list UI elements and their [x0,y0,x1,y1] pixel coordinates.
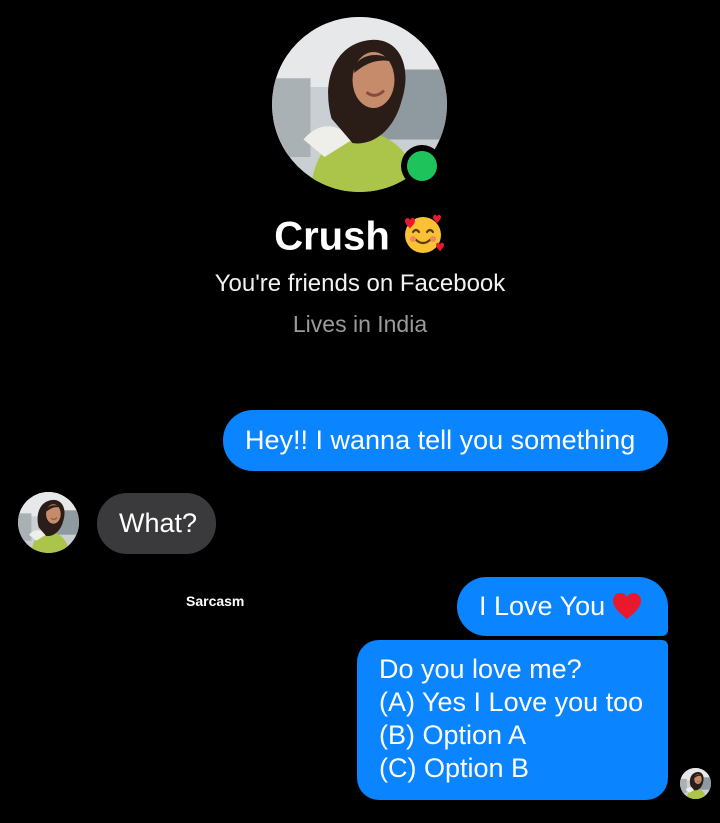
watermark: Sarcasm [186,593,245,609]
message-text: I Love You [479,591,606,621]
incoming-message-bubble[interactable]: What? [97,493,216,554]
message-text: What? [119,508,198,538]
message-text: Hey!! I wanna tell you something [245,425,636,455]
profile-name[interactable]: Crush [274,215,390,259]
outgoing-message-bubble[interactable]: Hey!! I wanna tell you something [223,410,668,471]
profile-location: Lives in India [292,311,428,337]
outgoing-message-bubble[interactable]: I Love You [457,577,668,636]
friends-status: You're friends on Facebook [214,270,506,297]
sender-avatar[interactable] [18,492,79,553]
smiling-face-with-hearts-icon [400,211,446,257]
message-line: (A) Yes I Love you too [379,687,644,717]
seen-receipt-avatar [680,768,711,799]
message-line: Do you love me? [379,654,582,684]
profile-name-row: Crush [0,214,720,264]
message-line: (B) Option A [379,720,527,750]
heart-icon [611,591,643,621]
online-status-indicator [401,145,443,187]
outgoing-message-bubble[interactable]: Do you love me? (A) Yes I Love you too (… [357,640,668,800]
message-line: (C) Option B [379,753,530,783]
